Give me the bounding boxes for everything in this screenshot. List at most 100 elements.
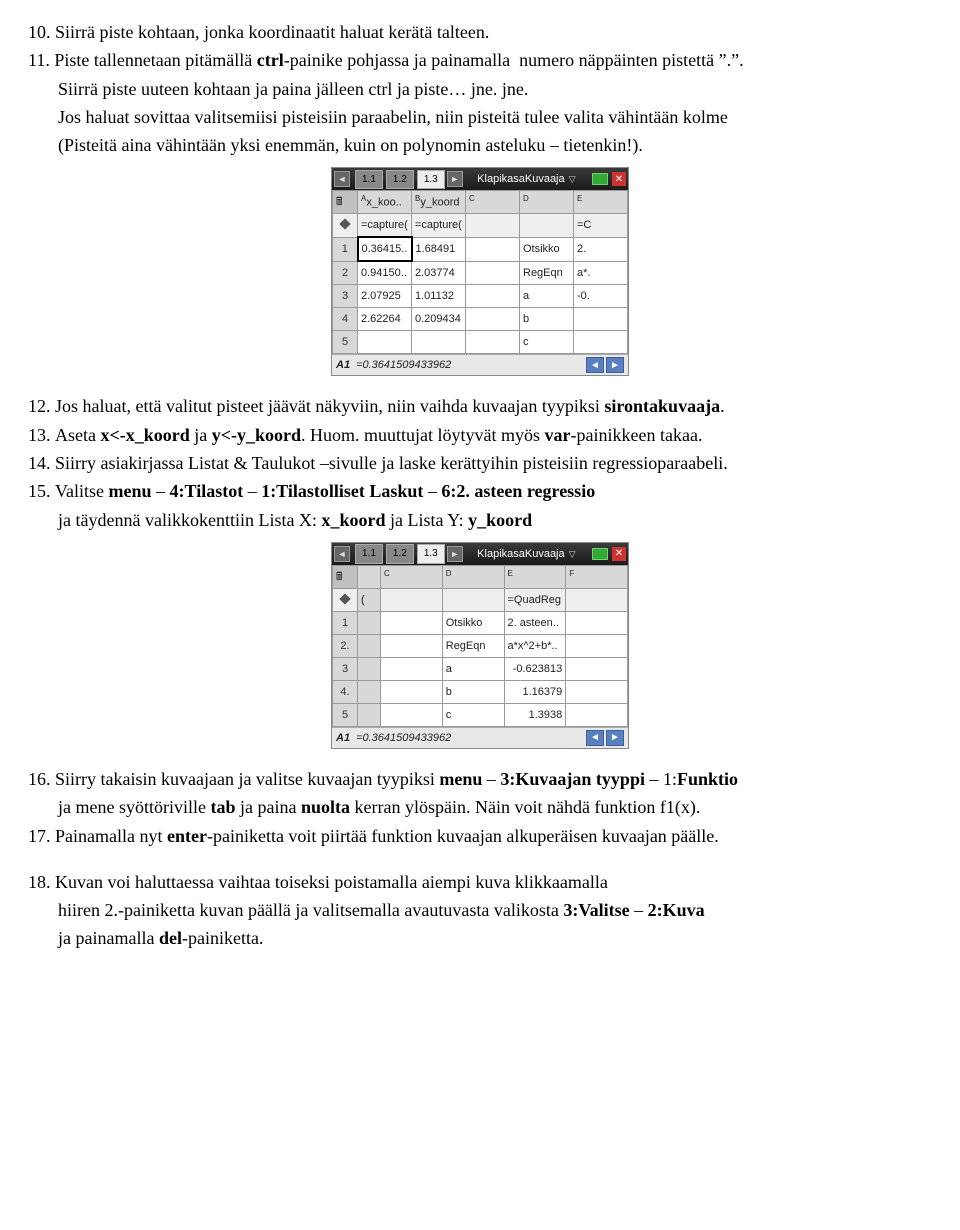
text: ja paina [235, 797, 300, 817]
cell-E3: -0. [574, 285, 628, 308]
text: ja painamalla [58, 928, 159, 948]
cell-D1: Otsikko [520, 237, 574, 261]
col-E: E [574, 191, 628, 214]
row-4-hdr: 4 [333, 308, 358, 331]
status-cell-ref: A1 [336, 731, 350, 746]
row-2-hdr: 2. [333, 634, 358, 657]
text: . [720, 396, 725, 416]
col-D: D [520, 191, 574, 214]
text: . Huom. muuttujat löytyvät myös [301, 425, 545, 445]
row-5-hdr: 5 [333, 703, 358, 726]
bold: nuolta [301, 797, 350, 817]
tab-1-3: 1.3 [417, 170, 445, 190]
text: 11. Piste tallennetaan pitämällä [28, 50, 257, 70]
row-2-hdr: 2 [333, 261, 358, 285]
cell-D1: Otsikko [442, 611, 504, 634]
spreadsheet-1: 🖩 Ax_koo.. By_koord C D E =capture( =cap… [332, 190, 628, 354]
text: -painiketta voit piirtää funktion kuvaaj… [207, 826, 719, 846]
step-17: 17. Painamalla nyt enter-painiketta voit… [28, 824, 932, 848]
step-16-line2: ja mene syöttöriville tab ja paina nuolt… [28, 795, 932, 819]
cell-D4: b [520, 308, 574, 331]
calculator-screenshot-2: ◄ 1.1 1.2 1.3 ► KlapikasaKuvaaja▽ ✕ 🖩 C … [331, 542, 629, 749]
cell-C1 [466, 237, 520, 261]
text: – [152, 481, 170, 501]
step-13: 13. Aseta x<-x_koord ja y<-y_koord. Huom… [28, 423, 932, 447]
step-15-line1: 15. Valitse menu – 4:Tilastot – 1:Tilast… [28, 479, 932, 503]
formula-D [442, 588, 504, 611]
cell-D5: c [520, 331, 574, 354]
text: ja täydennä valikkokenttiin Lista X: [58, 510, 321, 530]
row-1-hdr: 1 [333, 237, 358, 261]
cell-E2: a*. [574, 261, 628, 285]
text: 15. Valitse [28, 481, 109, 501]
text: – 1: [645, 769, 677, 789]
cell-A1: 0.36415.. [358, 237, 412, 261]
cell-E3: -0.623813 [504, 657, 566, 680]
text: 13. Aseta [28, 425, 100, 445]
spreadsheet-2: 🖩 C D E F ( =QuadReg 1 Otsikko 2. as [332, 565, 628, 727]
nav-left-icon: ◄ [334, 546, 350, 562]
stub [358, 611, 381, 634]
cell-D3: a [442, 657, 504, 680]
step-10: 10. Siirrä piste kohtaan, jonka koordina… [28, 20, 932, 44]
col-D: D [442, 565, 504, 588]
row-3-hdr: 3 [333, 285, 358, 308]
text: – [482, 769, 500, 789]
cell-B2: 2.03774 [412, 261, 466, 285]
bold: Funktio [677, 769, 738, 789]
cell-D5: c [442, 703, 504, 726]
step-16-line1: 16. Siirry takaisin kuvaajaan ja valitse… [28, 767, 932, 791]
cell-C4 [381, 680, 443, 703]
text: ja mene syöttöriville [58, 797, 210, 817]
cell-A2: 0.94150.. [358, 261, 412, 285]
step-18-line2: hiiren 2.-painiketta kuvan päällä ja val… [28, 898, 932, 922]
cell-C5 [466, 331, 520, 354]
col-stub [358, 565, 381, 588]
tab-1-1: 1.1 [355, 170, 383, 190]
stub: ( [358, 588, 381, 611]
row-4-hdr: 4. [333, 680, 358, 703]
step-12: 12. Jos haluat, että valitut pisteet jää… [28, 394, 932, 418]
text: 16. Siirry takaisin kuvaajaan ja valitse… [28, 769, 439, 789]
formula-F [566, 588, 628, 611]
formula-D [520, 214, 574, 238]
cell-D4: b [442, 680, 504, 703]
cell-A4: 2.62264 [358, 308, 412, 331]
cell-E1: 2. asteen.. [504, 611, 566, 634]
text: ja Lista Y: [385, 510, 468, 530]
close-icon: ✕ [612, 172, 626, 186]
text: hiiren 2.-painiketta kuvan päällä ja val… [58, 900, 563, 920]
stub [358, 703, 381, 726]
bold: 1:Tilastolliset Laskut [261, 481, 423, 501]
formula-row-hdr [333, 588, 358, 611]
col-A: Ax_koo.. [358, 191, 412, 214]
text: -painikkeen takaa. [571, 425, 703, 445]
cell-E5 [574, 331, 628, 354]
cell-F3 [566, 657, 628, 680]
bold: y_koord [468, 510, 532, 530]
col-F: F [566, 565, 628, 588]
nav-right-icon: ► [447, 546, 463, 562]
status-cell-ref: A1 [336, 358, 350, 373]
text: 12. Jos haluat, että valitut pisteet jää… [28, 396, 604, 416]
doc-title: KlapikasaKuvaaja [477, 548, 564, 560]
cell-C2 [381, 634, 443, 657]
bold: enter [167, 826, 207, 846]
bold: tab [210, 797, 235, 817]
step-15-line2: ja täydennä valikkokenttiin Lista X: x_k… [28, 508, 932, 532]
cell-E4 [574, 308, 628, 331]
text: – [630, 900, 648, 920]
close-icon: ✕ [612, 547, 626, 561]
nav-left-icon: ◄ [334, 171, 350, 187]
cell-C1 [381, 611, 443, 634]
cell-B1: 1.68491 [412, 237, 466, 261]
text: -painike pohjassa ja painamalla numero n… [284, 50, 744, 70]
cell-C3 [466, 285, 520, 308]
cell-F4 [566, 680, 628, 703]
bold: menu [109, 481, 152, 501]
battery-icon [592, 548, 608, 560]
cell-E5: 1.3938 [504, 703, 566, 726]
cell-F2 [566, 634, 628, 657]
text: kerran ylöspäin. Näin voit nähdä funktio… [350, 797, 700, 817]
cell-F1 [566, 611, 628, 634]
